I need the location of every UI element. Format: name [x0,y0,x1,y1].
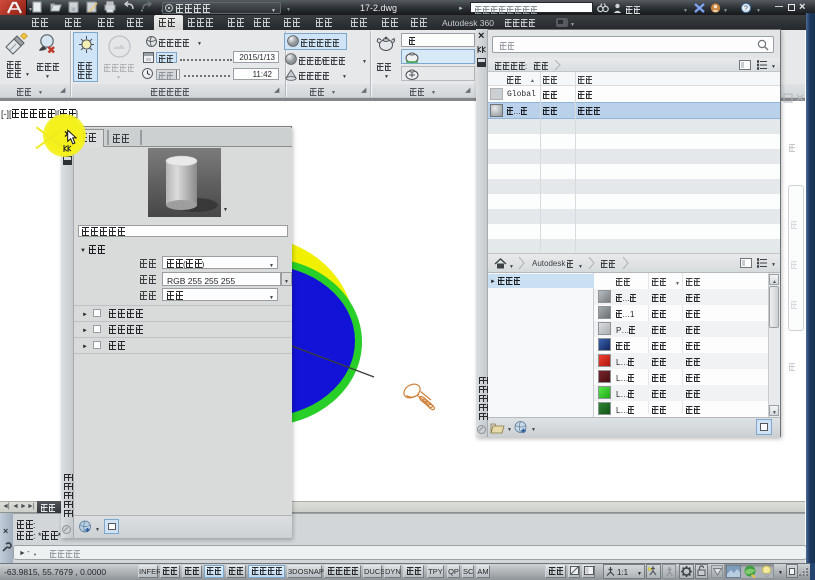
svg-text:?: ? [744,6,748,13]
